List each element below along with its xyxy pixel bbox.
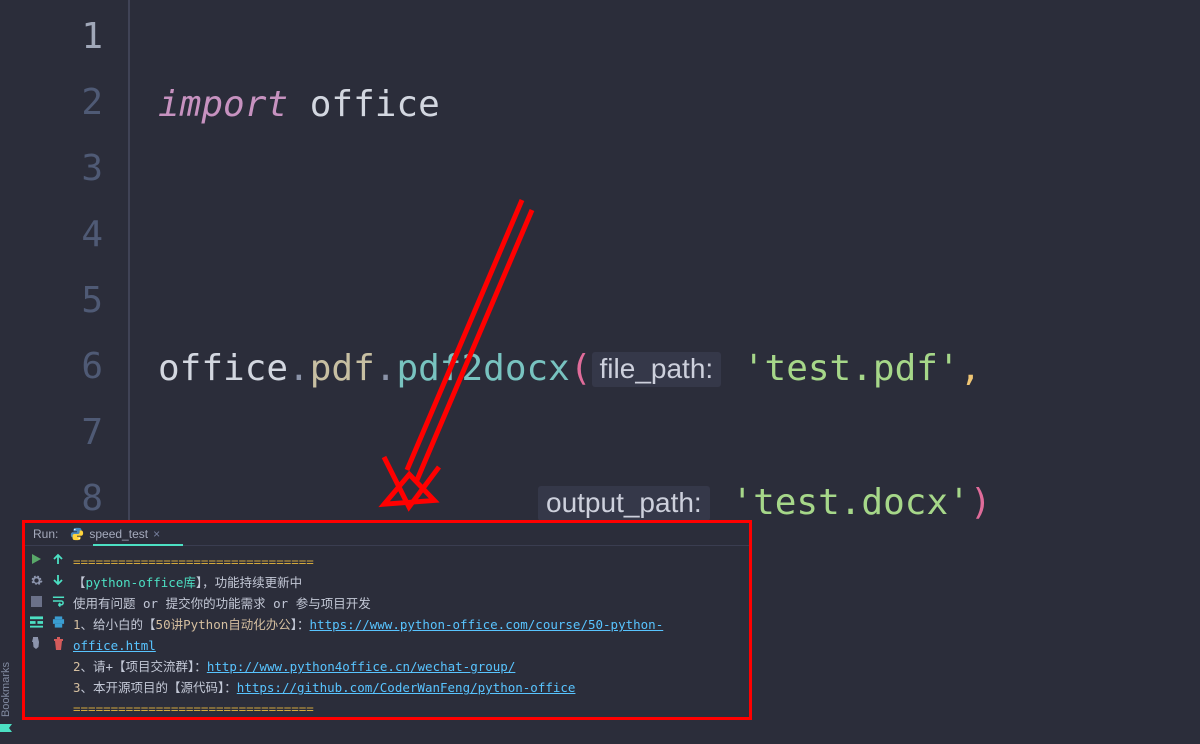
soft-wrap-icon[interactable] [51, 594, 65, 608]
console-output[interactable]: ================================ 【python… [69, 546, 749, 716]
separator-line: ================================ [73, 701, 314, 716]
param-hint-file: file_path: [592, 352, 722, 387]
bookmark-icon [0, 722, 12, 734]
gutter-line: 4 [0, 202, 103, 268]
tab-active-indicator [93, 544, 183, 546]
gutter-line: 7 [0, 400, 103, 466]
separator-line: ================================ [73, 554, 314, 569]
code-line-2 [158, 204, 992, 270]
gutter-line: 1 [0, 4, 103, 70]
run-tool-window: Run: speed_test × ======================… [22, 520, 752, 720]
python-file-icon [70, 527, 84, 541]
run-tab[interactable]: speed_test × [66, 526, 164, 542]
code-line-3: office.pdf.pdf2docx(file_path: 'test.pdf… [158, 336, 992, 404]
keyword-import: import [158, 84, 288, 125]
gear-icon[interactable] [29, 573, 43, 587]
bookmarks-label: Bookmarks [0, 662, 12, 717]
param-hint-output: output_path: [538, 486, 710, 521]
code-area[interactable]: import office office.pdf.pdf2docx(file_p… [130, 0, 992, 520]
library-name: python-office库 [86, 575, 196, 590]
pin-icon[interactable] [29, 636, 43, 650]
string-literal: 'test.pdf' [743, 348, 960, 389]
gutter-line: 5 [0, 268, 103, 334]
close-icon[interactable]: × [153, 527, 160, 541]
down-arrow-icon[interactable] [51, 573, 65, 587]
string-literal: 'test.docx' [731, 482, 969, 523]
trash-icon[interactable] [51, 636, 65, 650]
github-link[interactable]: https://github.com/CoderWanFeng/python-o… [237, 680, 576, 695]
run-toolbar-right [47, 546, 69, 716]
run-header: Run: speed_test × [25, 523, 749, 546]
gutter-line: 6 [0, 334, 103, 400]
module-name: office [310, 84, 440, 125]
layout-icon[interactable] [29, 615, 43, 629]
code-editor[interactable]: 1 2 3 4 5 6 7 8 import office office.pdf… [0, 0, 1200, 520]
code-line-1: import office [158, 72, 992, 138]
run-toolbar-left [25, 546, 47, 716]
gutter-line: 3 [0, 136, 103, 202]
print-icon[interactable] [51, 615, 65, 629]
bookmarks-tab[interactable]: Bookmarks [0, 662, 12, 734]
function-call: pdf2docx [396, 348, 569, 389]
up-arrow-icon[interactable] [51, 552, 65, 566]
run-label: Run: [33, 527, 58, 541]
line-gutter: 1 2 3 4 5 6 7 8 [0, 0, 130, 520]
gutter-line: 2 [0, 70, 103, 136]
stop-icon[interactable] [29, 594, 43, 608]
run-tab-name: speed_test [89, 527, 148, 541]
run-icon[interactable] [29, 552, 43, 566]
wechat-group-link[interactable]: http://www.python4office.cn/wechat-group… [207, 659, 516, 674]
